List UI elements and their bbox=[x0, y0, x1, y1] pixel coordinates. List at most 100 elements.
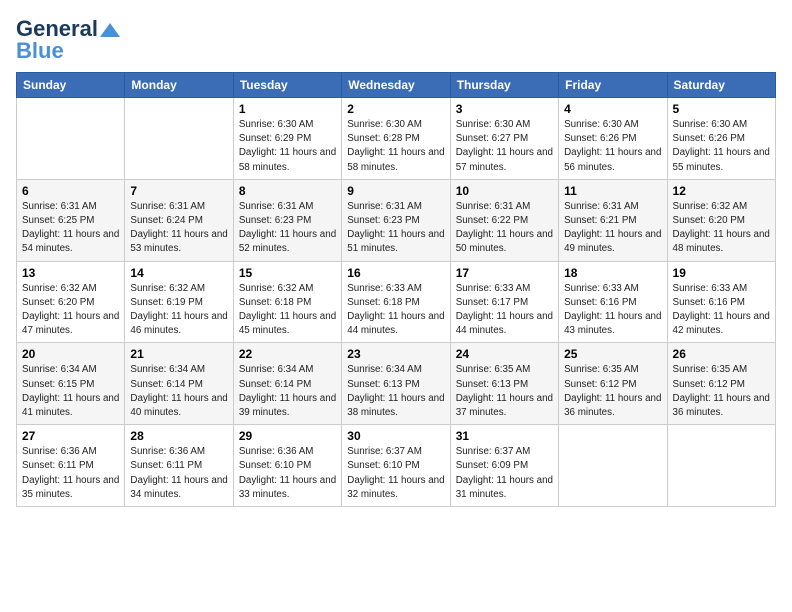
day-number: 17 bbox=[456, 266, 553, 280]
calendar-week-row: 20 Sunrise: 6:34 AM Sunset: 6:15 PM Dayli… bbox=[17, 343, 776, 425]
calendar-day-cell bbox=[559, 425, 667, 507]
day-number: 10 bbox=[456, 184, 553, 198]
calendar-day-cell: 13 Sunrise: 6:32 AM Sunset: 6:20 PM Dayli… bbox=[17, 261, 125, 343]
day-number: 11 bbox=[564, 184, 661, 198]
calendar-day-cell: 8Sunrise: 6:31 AM Sunset: 6:23 PM Daylig… bbox=[233, 179, 341, 261]
calendar-week-row: 6 Sunrise: 6:31 AM Sunset: 6:25 PM Daylig… bbox=[17, 179, 776, 261]
calendar-day-cell: 15 Sunrise: 6:32 AM Sunset: 6:18 PM Dayli… bbox=[233, 261, 341, 343]
day-number: 27 bbox=[22, 429, 119, 443]
day-info: Sunrise: 6:36 AM Sunset: 6:10 PM Dayligh… bbox=[239, 445, 336, 502]
calendar-day-cell: 30Sunrise: 6:37 AM Sunset: 6:10 PM Dayli… bbox=[342, 425, 450, 507]
day-info: Sunrise: 6:32 AM Sunset: 6:18 PM Dayligh… bbox=[239, 282, 336, 339]
day-number: 29 bbox=[239, 429, 336, 443]
calendar-day-cell: 14 Sunrise: 6:32 AM Sunset: 6:19 PM Dayli… bbox=[125, 261, 233, 343]
day-info: Sunrise: 6:32 AM Sunset: 6:20 PM Dayligh… bbox=[673, 200, 770, 257]
calendar-day-cell bbox=[125, 98, 233, 180]
day-number: 8 bbox=[239, 184, 336, 198]
day-number: 26 bbox=[673, 347, 770, 361]
day-number: 6 bbox=[22, 184, 119, 198]
day-number: 25 bbox=[564, 347, 661, 361]
day-info: Sunrise: 6:34 AM Sunset: 6:15 PM Dayligh… bbox=[22, 363, 119, 420]
calendar-day-cell: 5 Sunrise: 6:30 AM Sunset: 6:26 PM Daylig… bbox=[667, 98, 775, 180]
day-number: 19 bbox=[673, 266, 770, 280]
day-info: Sunrise: 6:35 AM Sunset: 6:13 PM Dayligh… bbox=[456, 363, 553, 420]
day-info: Sunrise: 6:32 AM Sunset: 6:19 PM Dayligh… bbox=[130, 282, 227, 339]
calendar-day-cell bbox=[17, 98, 125, 180]
day-info: Sunrise: 6:30 AM Sunset: 6:27 PM Dayligh… bbox=[456, 118, 553, 175]
day-info: Sunrise: 6:31 AM Sunset: 6:22 PM Dayligh… bbox=[456, 200, 553, 257]
day-info: Sunrise: 6:33 AM Sunset: 6:16 PM Dayligh… bbox=[673, 282, 770, 339]
day-info: Sunrise: 6:30 AM Sunset: 6:26 PM Dayligh… bbox=[673, 118, 770, 175]
day-number: 16 bbox=[347, 266, 444, 280]
day-of-week-header: Tuesday bbox=[233, 73, 341, 98]
day-number: 30 bbox=[347, 429, 444, 443]
day-number: 12 bbox=[673, 184, 770, 198]
calendar-day-cell: 26Sunrise: 6:35 AM Sunset: 6:12 PM Dayli… bbox=[667, 343, 775, 425]
day-info: Sunrise: 6:31 AM Sunset: 6:25 PM Dayligh… bbox=[22, 200, 119, 257]
day-number: 14 bbox=[130, 266, 227, 280]
calendar-day-cell: 10 Sunrise: 6:31 AM Sunset: 6:22 PM Dayli… bbox=[450, 179, 558, 261]
day-number: 20 bbox=[22, 347, 119, 361]
day-info: Sunrise: 6:32 AM Sunset: 6:20 PM Dayligh… bbox=[22, 282, 119, 339]
day-info: Sunrise: 6:36 AM Sunset: 6:11 PM Dayligh… bbox=[22, 445, 119, 502]
day-number: 31 bbox=[456, 429, 553, 443]
day-number: 15 bbox=[239, 266, 336, 280]
day-of-week-header: Thursday bbox=[450, 73, 558, 98]
day-info: Sunrise: 6:30 AM Sunset: 6:28 PM Dayligh… bbox=[347, 118, 444, 175]
logo-icon bbox=[100, 23, 120, 37]
day-number: 1 bbox=[239, 102, 336, 116]
calendar-day-cell: 27 Sunrise: 6:36 AM Sunset: 6:11 PM Dayli… bbox=[17, 425, 125, 507]
calendar-day-cell: 18Sunrise: 6:33 AM Sunset: 6:16 PM Dayli… bbox=[559, 261, 667, 343]
day-number: 24 bbox=[456, 347, 553, 361]
calendar-day-cell: 4 Sunrise: 6:30 AM Sunset: 6:26 PM Daylig… bbox=[559, 98, 667, 180]
day-info: Sunrise: 6:34 AM Sunset: 6:14 PM Dayligh… bbox=[239, 363, 336, 420]
calendar-day-cell: 16 Sunrise: 6:33 AM Sunset: 6:18 PM Dayli… bbox=[342, 261, 450, 343]
calendar-day-cell: 3 Sunrise: 6:30 AM Sunset: 6:27 PM Daylig… bbox=[450, 98, 558, 180]
page-header: General Blue bbox=[16, 16, 776, 64]
day-number: 22 bbox=[239, 347, 336, 361]
logo-blue-text: Blue bbox=[16, 38, 64, 64]
calendar-week-row: 1 Sunrise: 6:30 AM Sunset: 6:29 PM Daylig… bbox=[17, 98, 776, 180]
day-number: 28 bbox=[130, 429, 227, 443]
calendar-day-cell: 25Sunrise: 6:35 AM Sunset: 6:12 PM Dayli… bbox=[559, 343, 667, 425]
day-info: Sunrise: 6:31 AM Sunset: 6:21 PM Dayligh… bbox=[564, 200, 661, 257]
calendar-day-cell: 7Sunrise: 6:31 AM Sunset: 6:24 PM Daylig… bbox=[125, 179, 233, 261]
calendar-table: SundayMondayTuesdayWednesdayThursdayFrid… bbox=[16, 72, 776, 507]
day-number: 9 bbox=[347, 184, 444, 198]
day-number: 21 bbox=[130, 347, 227, 361]
calendar-day-cell: 2 Sunrise: 6:30 AM Sunset: 6:28 PM Daylig… bbox=[342, 98, 450, 180]
calendar-day-cell: 24 Sunrise: 6:35 AM Sunset: 6:13 PM Dayli… bbox=[450, 343, 558, 425]
calendar-day-cell: 12 Sunrise: 6:32 AM Sunset: 6:20 PM Dayli… bbox=[667, 179, 775, 261]
calendar-day-cell: 23Sunrise: 6:34 AM Sunset: 6:13 PM Dayli… bbox=[342, 343, 450, 425]
day-number: 13 bbox=[22, 266, 119, 280]
day-number: 5 bbox=[673, 102, 770, 116]
calendar-day-cell: 1 Sunrise: 6:30 AM Sunset: 6:29 PM Daylig… bbox=[233, 98, 341, 180]
day-info: Sunrise: 6:37 AM Sunset: 6:09 PM Dayligh… bbox=[456, 445, 553, 502]
day-info: Sunrise: 6:33 AM Sunset: 6:17 PM Dayligh… bbox=[456, 282, 553, 339]
calendar-day-cell: 21 Sunrise: 6:34 AM Sunset: 6:14 PM Dayli… bbox=[125, 343, 233, 425]
day-of-week-header: Saturday bbox=[667, 73, 775, 98]
day-number: 4 bbox=[564, 102, 661, 116]
day-number: 3 bbox=[456, 102, 553, 116]
day-info: Sunrise: 6:33 AM Sunset: 6:18 PM Dayligh… bbox=[347, 282, 444, 339]
day-info: Sunrise: 6:30 AM Sunset: 6:29 PM Dayligh… bbox=[239, 118, 336, 175]
day-info: Sunrise: 6:34 AM Sunset: 6:14 PM Dayligh… bbox=[130, 363, 227, 420]
logo: General Blue bbox=[16, 16, 120, 64]
day-of-week-header: Sunday bbox=[17, 73, 125, 98]
calendar-day-cell: 29 Sunrise: 6:36 AM Sunset: 6:10 PM Dayli… bbox=[233, 425, 341, 507]
day-number: 7 bbox=[130, 184, 227, 198]
calendar-week-row: 13 Sunrise: 6:32 AM Sunset: 6:20 PM Dayli… bbox=[17, 261, 776, 343]
calendar-day-cell: 28 Sunrise: 6:36 AM Sunset: 6:11 PM Dayli… bbox=[125, 425, 233, 507]
calendar-day-cell bbox=[667, 425, 775, 507]
calendar-day-cell: 11 Sunrise: 6:31 AM Sunset: 6:21 PM Dayli… bbox=[559, 179, 667, 261]
day-info: Sunrise: 6:36 AM Sunset: 6:11 PM Dayligh… bbox=[130, 445, 227, 502]
calendar-day-cell: 6 Sunrise: 6:31 AM Sunset: 6:25 PM Daylig… bbox=[17, 179, 125, 261]
day-of-week-header: Monday bbox=[125, 73, 233, 98]
day-info: Sunrise: 6:34 AM Sunset: 6:13 PM Dayligh… bbox=[347, 363, 444, 420]
day-number: 18 bbox=[564, 266, 661, 280]
day-number: 2 bbox=[347, 102, 444, 116]
day-info: Sunrise: 6:30 AM Sunset: 6:26 PM Dayligh… bbox=[564, 118, 661, 175]
day-of-week-header: Wednesday bbox=[342, 73, 450, 98]
calendar-header-row: SundayMondayTuesdayWednesdayThursdayFrid… bbox=[17, 73, 776, 98]
calendar-day-cell: 19 Sunrise: 6:33 AM Sunset: 6:16 PM Dayli… bbox=[667, 261, 775, 343]
